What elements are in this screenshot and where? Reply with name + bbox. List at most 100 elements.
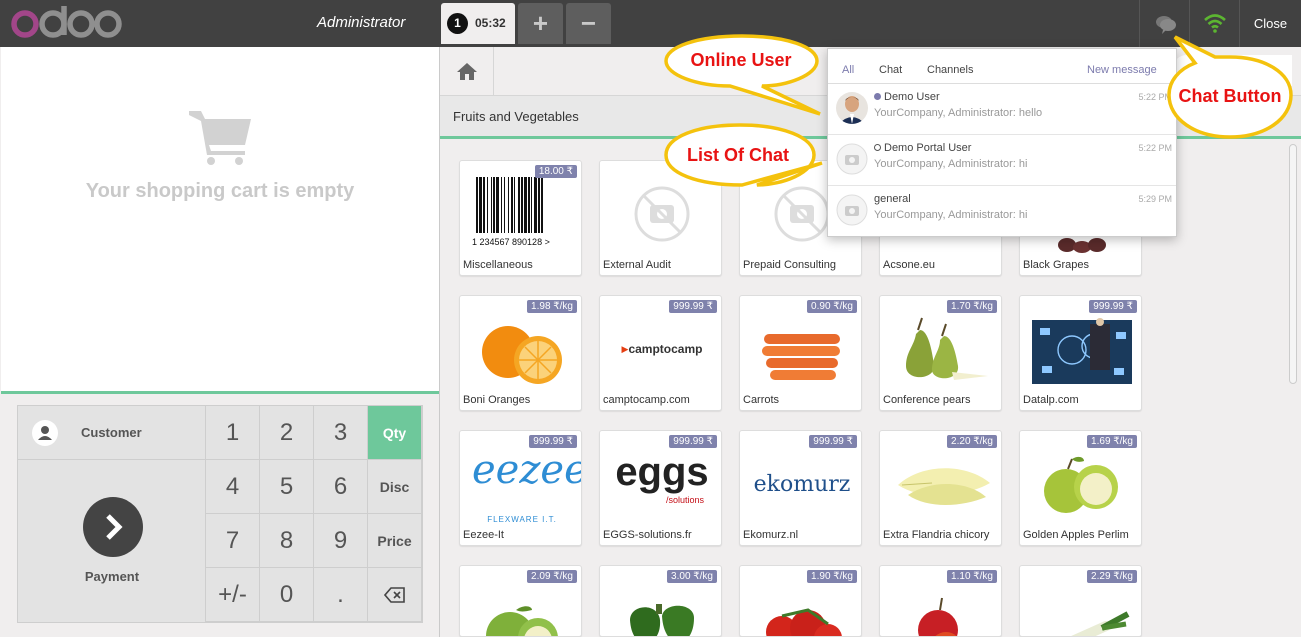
username: Administrator xyxy=(317,14,406,31)
numpad-key-6[interactable]: 6 xyxy=(314,460,368,514)
price-tag: 1.70 ₹/kg xyxy=(947,300,997,313)
product-name: Ekomurz.nl xyxy=(743,529,799,541)
product-card[interactable]: ekomurz 999.99 ₹ Ekomurz.nl xyxy=(739,430,862,546)
action-pad: Customer Payment 1 2 3 Qty 4 5 6 Disc 7 … xyxy=(17,405,423,623)
customer-button[interactable]: Customer xyxy=(18,406,206,460)
numpad-key-8[interactable]: 8 xyxy=(260,514,314,568)
payment-button[interactable]: Payment xyxy=(18,460,206,622)
product-card[interactable]: 1.98 ₹/kg Boni Oranges xyxy=(459,295,582,411)
product-card[interactable]: 2.20 ₹/kg Extra Flandria chicory xyxy=(879,430,1002,546)
product-card[interactable]: 1.90 ₹/kg xyxy=(739,565,862,637)
numpad-key-5[interactable]: 5 xyxy=(260,460,314,514)
product-card[interactable]: eezee FLEXWARE I.T. 999.99 ₹ Eezee-It xyxy=(459,430,582,546)
numpad-key-1[interactable]: 1 xyxy=(206,406,260,460)
price-tag: 18.00 ₹ xyxy=(534,165,577,178)
product-card[interactable]: 999.99 ₹ Datalp.com xyxy=(1019,295,1142,411)
numpad-key-4[interactable]: 4 xyxy=(206,460,260,514)
new-message-link[interactable]: New message xyxy=(1087,64,1157,76)
order-tab[interactable]: 1 05:32 xyxy=(441,3,515,44)
chevron-right-icon xyxy=(83,497,143,557)
remove-order-button[interactable]: − xyxy=(566,3,611,44)
mode-disc-button[interactable]: Disc xyxy=(368,460,422,514)
product-card[interactable]: ▶ camptocamp 999.99 ₹ camptocamp.com xyxy=(599,295,722,411)
product-scrollbar[interactable] xyxy=(1289,144,1297,384)
avatar-placeholder-icon xyxy=(836,194,868,226)
product-card[interactable]: 0.90 ₹/kg Carrots xyxy=(739,295,862,411)
chat-item-snippet: YourCompany, Administrator: hi xyxy=(874,158,1028,170)
customer-label: Customer xyxy=(81,425,142,440)
price-tag: 999.99 ₹ xyxy=(529,435,577,448)
chat-tab-channels[interactable]: Channels xyxy=(927,64,973,76)
shopping-cart-icon xyxy=(189,111,251,165)
home-button[interactable] xyxy=(440,47,494,96)
chat-item-snippet: YourCompany, Administrator: hi xyxy=(874,209,1028,221)
price-tag: 2.20 ₹/kg xyxy=(947,435,997,448)
product-card[interactable]: 2.09 ₹/kg xyxy=(459,565,582,637)
order-time: 05:32 xyxy=(475,16,506,30)
empty-cart-message: Your shopping cart is empty xyxy=(85,180,355,202)
order-number: 1 xyxy=(447,13,468,34)
chat-tab-chat[interactable]: Chat xyxy=(879,64,902,76)
numpad-key-2[interactable]: 2 xyxy=(260,406,314,460)
product-card[interactable]: eggs/solutions 999.99 ₹ EGGS-solutions.fr xyxy=(599,430,722,546)
product-name: Extra Flandria chicory xyxy=(883,529,990,541)
price-tag: 1.98 ₹/kg xyxy=(527,300,577,313)
chat-item-snippet: YourCompany, Administrator: hello xyxy=(874,107,1043,119)
product-name: External Audit xyxy=(603,259,671,271)
callout-online-user-text: Online User xyxy=(690,50,792,70)
product-card[interactable]: 1.70 ₹/kg Conference pears xyxy=(879,295,1002,411)
callout-chat-button-text: Chat Button xyxy=(1178,86,1282,106)
eezee-logo-sub: FLEXWARE I.T. xyxy=(487,515,557,524)
chat-tab-all[interactable]: All xyxy=(842,64,854,76)
chat-tabs: All Chat Channels New message xyxy=(828,49,1176,84)
chat-item[interactable]: Demo Portal User YourCompany, Administra… xyxy=(828,135,1176,186)
numpad-key-9[interactable]: 9 xyxy=(314,514,368,568)
chat-item-name-text: Demo Portal User xyxy=(884,142,972,154)
backspace-button[interactable] xyxy=(368,568,422,622)
mode-qty-button[interactable]: Qty xyxy=(368,406,422,460)
numpad-key-7[interactable]: 7 xyxy=(206,514,260,568)
user-icon xyxy=(32,420,58,446)
mode-price-button[interactable]: Price xyxy=(368,514,422,568)
product-name: Datalp.com xyxy=(1023,394,1079,406)
chat-item-name: Demo User xyxy=(874,91,940,103)
chat-item-name: general xyxy=(874,193,911,205)
callout-list-of-chat-text: List Of Chat xyxy=(687,145,789,165)
online-status-icon xyxy=(874,93,881,100)
price-tag: 999.99 ₹ xyxy=(669,300,717,313)
product-name: Boni Oranges xyxy=(463,394,531,406)
category-breadcrumb[interactable]: Fruits and Vegetables xyxy=(453,109,579,124)
numpad-key-sign[interactable]: +/- xyxy=(206,568,260,622)
camptocamp-logo: camptocamp xyxy=(628,342,703,356)
eezee-logo: eezee xyxy=(472,447,582,493)
numpad-key-3[interactable]: 3 xyxy=(314,406,368,460)
product-name: Prepaid Consulting xyxy=(743,259,836,271)
product-card[interactable]: 1 234567 890128 > 18.00 ₹ Miscellaneous xyxy=(459,160,582,276)
backspace-icon xyxy=(383,587,405,603)
offline-status-icon xyxy=(874,144,881,151)
product-card[interactable]: 3.00 ₹/kg xyxy=(599,565,722,637)
chat-bubbles-icon xyxy=(1156,16,1176,34)
ekomurz-logo: ekomurz xyxy=(753,471,851,497)
chat-item[interactable]: general YourCompany, Administrator: hi 5… xyxy=(828,186,1176,237)
add-order-button[interactable]: + xyxy=(518,3,563,44)
chat-item-time: 5:29 PM xyxy=(1138,194,1172,204)
chat-item-name-text: Demo User xyxy=(884,91,940,103)
order-lines: Your shopping cart is empty xyxy=(1,47,439,394)
top-bar: Administrator 1 05:32 + − Close xyxy=(0,0,1301,47)
product-card[interactable]: 2.29 ₹/kg xyxy=(1019,565,1142,637)
barcode-text: 1 234567 890128 > xyxy=(472,237,550,247)
numpad-key-0[interactable]: 0 xyxy=(260,568,314,622)
avatar xyxy=(836,92,868,124)
home-icon xyxy=(457,63,477,80)
price-tag: 999.99 ₹ xyxy=(809,435,857,448)
chat-item[interactable]: Demo User YourCompany, Administrator: he… xyxy=(828,84,1176,135)
product-name: Miscellaneous xyxy=(463,259,533,271)
numpad-key-dot[interactable]: . xyxy=(314,568,368,622)
price-tag: 999.99 ₹ xyxy=(1089,300,1137,313)
product-name: Carrots xyxy=(743,394,780,406)
product-name: EGGS-solutions.fr xyxy=(603,529,692,541)
price-tag: 1.10 ₹/kg xyxy=(947,570,997,583)
product-card[interactable]: 1.69 ₹/kg Golden Apples Perlim xyxy=(1019,430,1142,546)
product-card[interactable]: 1.10 ₹/kg xyxy=(879,565,1002,637)
